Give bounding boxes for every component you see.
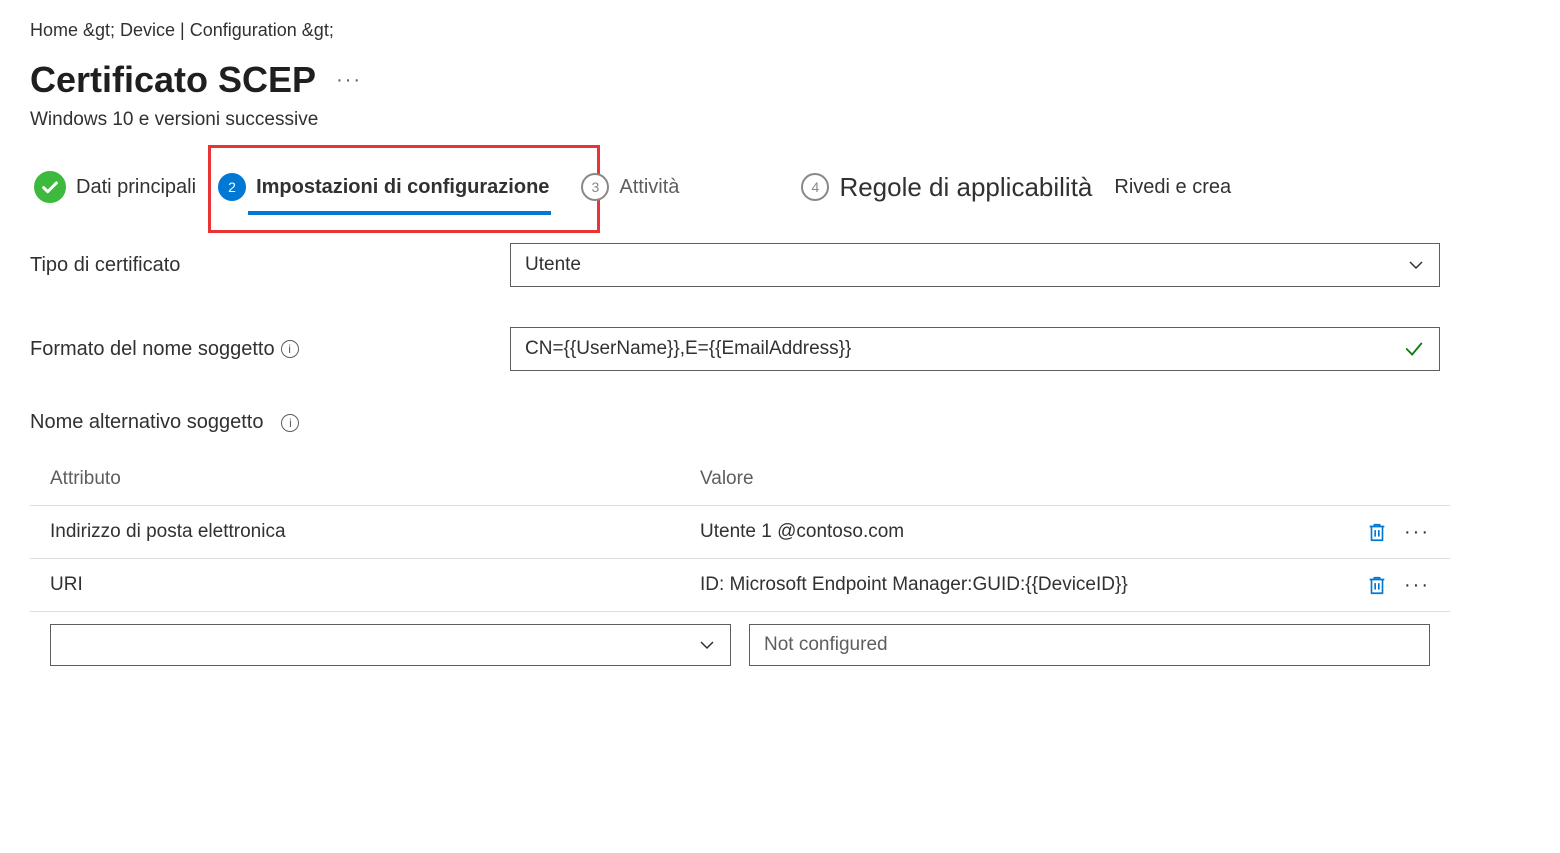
check-circle-icon bbox=[34, 171, 66, 203]
row-more-icon[interactable]: ··· bbox=[1404, 574, 1430, 597]
table-header: Attributo Valore bbox=[30, 454, 1450, 505]
row-value: Utente 1 @contoso.com bbox=[700, 521, 1340, 543]
subject-format-label-text: Formato del nome soggetto bbox=[30, 338, 275, 361]
wizard-step-4[interactable]: 4 Regole di applicabilità bbox=[801, 172, 1092, 203]
chevron-down-icon bbox=[1407, 256, 1425, 274]
step-3-circle-icon: 3 bbox=[581, 173, 609, 201]
wizard-step-5[interactable]: Rivedi e crea bbox=[1114, 176, 1231, 199]
delete-icon[interactable] bbox=[1366, 573, 1388, 597]
row-attribute: Indirizzo di posta elettronica bbox=[50, 521, 700, 543]
cert-type-label: Tipo di certificato bbox=[30, 254, 510, 277]
validation-check-icon bbox=[1403, 338, 1425, 360]
wizard-step-1[interactable]: Dati principali bbox=[34, 171, 196, 203]
wizard-step-3[interactable]: 3 Attività bbox=[581, 173, 679, 201]
delete-icon[interactable] bbox=[1366, 520, 1388, 544]
info-icon[interactable]: i bbox=[281, 414, 299, 432]
wizard-step-3-label: Attività bbox=[619, 176, 679, 199]
new-san-row: Not configured bbox=[30, 611, 1450, 670]
chevron-down-icon bbox=[698, 636, 716, 654]
san-table: Attributo Valore Indirizzo di posta elet… bbox=[30, 454, 1450, 670]
san-label: Nome alternativo soggetto bbox=[30, 411, 263, 434]
new-san-placeholder: Not configured bbox=[764, 634, 888, 656]
header-attribute: Attributo bbox=[50, 468, 700, 490]
page-subtitle: Windows 10 e versioni successive bbox=[30, 109, 1530, 131]
wizard-step-1-label: Dati principali bbox=[76, 176, 196, 199]
step-4-circle-icon: 4 bbox=[801, 173, 829, 201]
wizard-step-2-label: Impostazioni di configurazione bbox=[256, 176, 549, 199]
current-step-underline bbox=[248, 211, 551, 215]
more-actions-icon[interactable]: ··· bbox=[336, 70, 362, 90]
row-attribute: URI bbox=[50, 574, 700, 596]
table-row: Indirizzo di posta elettronica Utente 1 … bbox=[30, 505, 1450, 558]
table-row: URI ID: Microsoft Endpoint Manager:GUID:… bbox=[30, 558, 1450, 611]
cert-type-select[interactable]: Utente bbox=[510, 243, 1440, 287]
wizard-step-4-label: Regole di applicabilità bbox=[839, 172, 1092, 203]
breadcrumb[interactable]: Home &gt; Device | Configuration &gt; bbox=[30, 20, 1530, 41]
wizard-step-5-label: Rivedi e crea bbox=[1114, 176, 1231, 199]
row-value: ID: Microsoft Endpoint Manager:GUID:{{De… bbox=[700, 574, 1340, 596]
subject-format-label: Formato del nome soggetto i bbox=[30, 338, 510, 361]
subject-format-input[interactable]: CN={{UserName}},E={{EmailAddress}} bbox=[510, 327, 1440, 371]
new-san-value-input[interactable]: Not configured bbox=[749, 624, 1430, 666]
wizard-steps: Dati principali 2 Impostazioni di config… bbox=[30, 171, 1530, 203]
row-more-icon[interactable]: ··· bbox=[1404, 521, 1430, 544]
header-value: Valore bbox=[700, 468, 1340, 490]
subject-format-value: CN={{UserName}},E={{EmailAddress}} bbox=[525, 338, 851, 360]
new-san-attribute-select[interactable] bbox=[50, 624, 731, 666]
step-2-circle-icon: 2 bbox=[218, 173, 246, 201]
info-icon[interactable]: i bbox=[281, 340, 299, 358]
page-title: Certificato SCEP bbox=[30, 59, 316, 101]
wizard-step-2[interactable]: 2 Impostazioni di configurazione bbox=[218, 173, 549, 215]
cert-type-value: Utente bbox=[525, 254, 581, 276]
